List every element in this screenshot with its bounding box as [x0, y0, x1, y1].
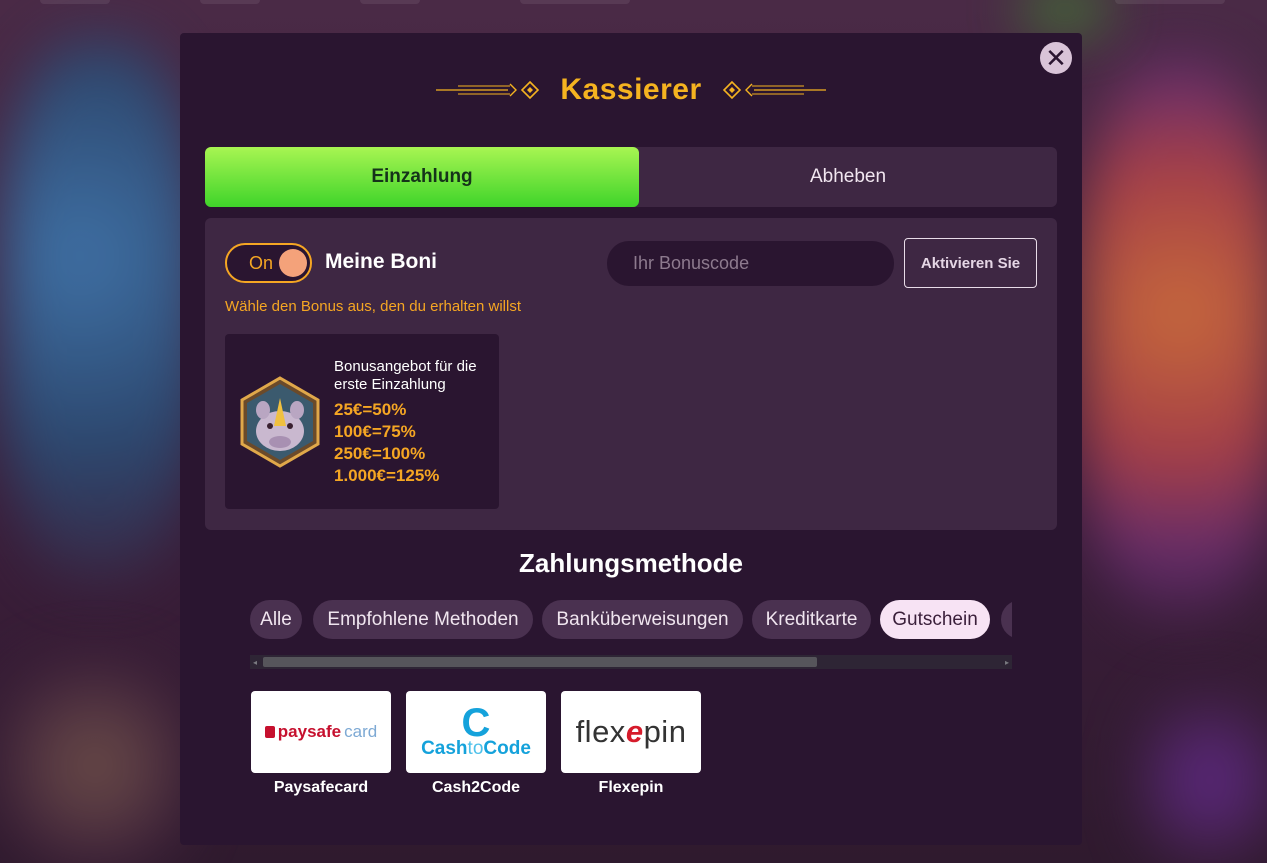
close-icon: ✕ — [1045, 43, 1067, 73]
background-art-tile — [0, 660, 190, 863]
bonus-offer-card[interactable]: Bonusangebot für die erste Einzahlung 25… — [225, 334, 499, 509]
paysafecard-logo: paysafe card — [251, 691, 391, 773]
my-bonuses-label: Meine Boni — [325, 250, 438, 273]
offer-tier: 25€=50% — [334, 400, 407, 419]
activate-button[interactable]: Aktivieren Sie — [904, 238, 1037, 288]
bonus-instruction: Wähle den Bonus aus, den du erhalten wil… — [225, 298, 522, 315]
filter-bank-transfer[interactable]: Banküberweisungen — [542, 600, 743, 639]
dialog-title: Kassierer — [560, 73, 702, 106]
flexepin-logo: flexepin — [561, 691, 701, 773]
offer-tier: 100€=75% — [334, 422, 416, 441]
right-ornament-icon — [722, 80, 826, 100]
tab-deposit[interactable]: Einzahlung — [205, 147, 639, 207]
padlock-icon — [264, 726, 275, 738]
method-cash2code[interactable]: C CashtoCode Cash2Code — [406, 691, 546, 797]
filter-voucher[interactable]: Gutschein — [880, 600, 990, 639]
cashier-tabs: Einzahlung Abheben — [205, 147, 1057, 207]
tab-withdraw[interactable]: Abheben — [639, 147, 1057, 207]
cashtocode-logo: C CashtoCode — [406, 691, 546, 773]
payment-method-title: Zahlungsmethode — [519, 548, 743, 578]
method-name: Flexepin — [598, 779, 664, 796]
left-ornament-icon — [436, 80, 540, 100]
dialog-header: Kassierer — [180, 70, 1082, 110]
background-art-tile — [1140, 690, 1267, 863]
filter-all[interactable]: Alle — [250, 600, 302, 639]
method-flexepin[interactable]: flexepin Flexepin — [561, 691, 701, 797]
offer-tiers: 25€=50% 100€=75% 250€=100% 1.000€=125% — [334, 399, 439, 487]
method-name: Cash2Code — [431, 779, 521, 796]
scrollbar-thumb[interactable] — [263, 657, 817, 667]
method-name: Paysafecard — [273, 779, 369, 796]
filter-recommended[interactable]: Empfohlene Methoden — [313, 600, 533, 639]
scroll-right-icon[interactable]: ▸ — [1005, 658, 1009, 667]
filter-credit-card[interactable]: Kreditkarte — [752, 600, 871, 639]
background-art-lion — [1080, 60, 1267, 620]
toggle-knob — [279, 249, 307, 277]
background-top-nav — [0, 0, 1267, 18]
payment-filters: Alle Empfohlene Methoden Banküberweisung… — [250, 600, 1012, 640]
method-paysafecard[interactable]: paysafe card Paysafecard — [251, 691, 391, 797]
offer-title: Bonusangebot für die erste Einzahlung — [334, 358, 477, 393]
bonus-toggle[interactable]: On — [225, 243, 312, 283]
offer-tier: 250€=100% — [334, 444, 426, 463]
background-art-wolf — [0, 40, 200, 580]
bonus-panel: On Meine Boni Aktivieren Sie Wähle den B… — [205, 218, 1057, 530]
bonus-code-input[interactable] — [607, 241, 894, 286]
offer-tier: 1.000€=125% — [334, 466, 440, 485]
rhino-icon — [240, 376, 320, 468]
filter-scrollbar[interactable]: ◂ ▸ — [250, 655, 1012, 669]
toggle-label: On — [249, 253, 274, 273]
scroll-left-icon[interactable]: ◂ — [253, 658, 257, 667]
filter-more[interactable] — [1001, 600, 1012, 639]
